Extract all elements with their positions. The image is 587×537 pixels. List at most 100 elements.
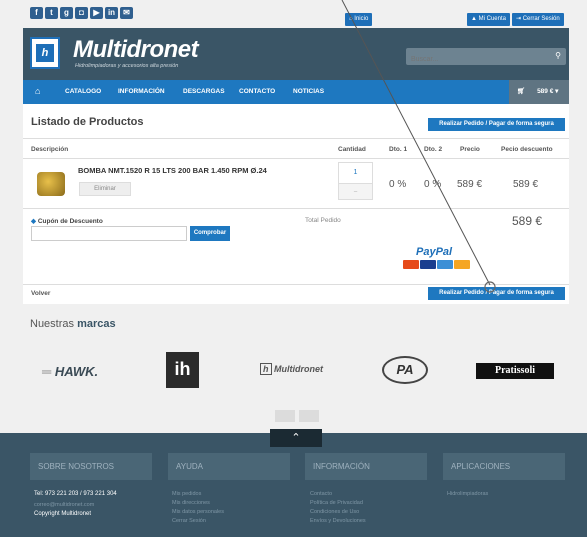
top-bar: f t g ◘ ▶ in ✉ ⌂ Inicio ▲ Mi Cuenta ⇥ Ce… <box>0 0 587 28</box>
paypal-badge[interactable]: PayPal <box>403 246 473 280</box>
scroll-top-button[interactable]: ⌃ <box>270 429 322 447</box>
search-input[interactable] <box>406 51 546 68</box>
paypal-logo: PayPal <box>416 246 453 258</box>
checkout-button-bottom[interactable]: Realizar Pedido / Pagar de forma segura <box>428 287 565 300</box>
search-icon[interactable]: ⚲ <box>555 51 561 60</box>
footer-link-privacidad[interactable]: Política de Privacidad <box>310 500 363 506</box>
nav-item-noticias[interactable]: NOTICIAS <box>293 88 324 95</box>
brand-ih[interactable]: ih <box>166 352 199 388</box>
chevron-down-icon: ▾ <box>555 88 559 95</box>
dto2-value: 0 % <box>424 179 442 190</box>
col-precio-descuento: Pecio descuento <box>501 146 553 153</box>
footer-heading-aplicaciones: APLICACIONES <box>443 453 565 480</box>
footer-copyright: Copyright Multidronet <box>34 511 92 517</box>
instagram-icon[interactable]: ◘ <box>75 7 88 19</box>
nav-item-contacto[interactable]: CONTACTO <box>239 88 275 95</box>
footer-link-mis-direcciones[interactable]: Mis direcciones <box>172 500 210 506</box>
logo-text[interactable]: Multidronet <box>73 36 199 64</box>
nav-item-informacion[interactable]: INFORMACIÓN <box>118 88 165 95</box>
amex-icon <box>437 260 453 269</box>
footer-link-mis-pedidos[interactable]: Mis pedidos <box>172 491 201 497</box>
facebook-icon[interactable]: f <box>30 7 43 19</box>
brand-hawk-stripes-icon: ═ <box>42 364 55 379</box>
main-nav: ⌂ CATALOGO INFORMACIÓN DESCARGAS CONTACT… <box>23 80 569 104</box>
coupon-label: ◆ Cupón de Descuento <box>31 218 103 225</box>
cerrar-sesion-button[interactable]: ⇥ Cerrar Sesión <box>512 13 564 26</box>
footer-link-contacto[interactable]: Contacto <box>310 491 332 497</box>
brand-hawk[interactable]: ═ HAWK. <box>42 364 98 379</box>
social-links: f t g ◘ ▶ in ✉ <box>30 7 133 19</box>
home-icon[interactable]: ⌂ <box>35 86 40 96</box>
delete-button[interactable]: Eliminar <box>79 182 131 196</box>
col-precio: Precio <box>460 146 480 153</box>
page-title: Listado de Productos <box>31 116 144 128</box>
divider <box>23 284 569 285</box>
payment-cards <box>403 260 473 269</box>
mastercard-icon <box>403 260 419 269</box>
linkedin-icon[interactable]: in <box>105 7 118 19</box>
mi-cuenta-button[interactable]: ▲ Mi Cuenta <box>467 13 510 26</box>
brand-pa[interactable]: PA <box>382 356 428 384</box>
nav-item-catalogo[interactable]: CATALOGO <box>65 88 101 95</box>
discount-price-value: 589 € <box>513 179 539 190</box>
col-cantidad: Cantidad <box>338 146 366 153</box>
footer-link-hidrolimpiadoras[interactable]: Hidrolimpiadoras <box>447 491 488 497</box>
footer-link-condiciones[interactable]: Condiciones de Uso <box>310 509 359 515</box>
cart-panel: Listado de Productos Realizar Pedido / P… <box>23 104 569 304</box>
footer-email[interactable]: correo@multidronet.com <box>34 502 94 508</box>
back-button[interactable]: Volver <box>31 290 50 297</box>
user-icon: ▲ <box>471 16 479 22</box>
divider <box>23 138 569 139</box>
minus-icon[interactable]: – <box>339 183 372 199</box>
cart-total: 589 € <box>537 88 554 95</box>
brands-title: Nuestras marcas <box>30 318 116 330</box>
footer-heading-informacion: INFORMACIÓN <box>305 453 427 480</box>
quantity-value[interactable]: 1 <box>339 169 372 176</box>
brand-pratissoli[interactable]: Pratissoli <box>476 363 554 379</box>
col-descripcion: Descripción <box>31 146 69 153</box>
google-plus-icon[interactable]: g <box>60 7 73 19</box>
youtube-icon[interactable]: ▶ <box>90 7 103 19</box>
total-value: 589 € <box>512 214 543 228</box>
inicio-label: Inicio <box>354 16 369 22</box>
brand-multidronet[interactable]: h Multidronet <box>260 363 323 375</box>
brand-multidronet-logo-icon: h <box>260 363 272 375</box>
cart-button[interactable]: 🛒︎ 589 € ▾ <box>509 80 569 104</box>
footer-link-cerrar-sesion[interactable]: Cerrar Sesión <box>172 518 206 524</box>
product-image[interactable] <box>37 172 65 196</box>
logout-icon: ⇥ <box>516 16 523 22</box>
col-dto1: Dto. 1 <box>389 146 408 153</box>
mi-cuenta-label: Mi Cuenta <box>478 16 506 22</box>
tag-icon: ◆ <box>31 218 38 225</box>
site-footer <box>0 433 587 537</box>
mail-icon[interactable]: ✉ <box>120 7 133 19</box>
carousel-dot-1[interactable] <box>275 410 295 422</box>
total-label: Total Pedido <box>305 217 341 224</box>
product-name[interactable]: BOMBA NMT.1520 R 15 LTS 200 BAR 1.450 RP… <box>78 166 267 175</box>
chevron-up-icon: ⌃ <box>291 432 301 444</box>
checkout-button-top[interactable]: Realizar Pedido / Pagar de forma segura <box>428 118 565 131</box>
twitter-icon[interactable]: t <box>45 7 58 19</box>
footer-link-envios[interactable]: Envíos y Devoluciones <box>310 518 366 524</box>
cart-icon: 🛒︎ <box>517 88 528 95</box>
discover-icon <box>454 260 470 269</box>
footer-heading-sobre-nosotros: SOBRE NOSOTROS <box>30 453 152 480</box>
logo-icon[interactable]: h <box>30 37 60 69</box>
footer-link-mis-datos[interactable]: Mis datos personales <box>172 509 224 515</box>
quantity-stepper[interactable]: 1 – <box>338 162 373 200</box>
cerrar-sesion-label: Cerrar Sesión <box>522 16 560 22</box>
logo-tagline: Hidrolimpiadoras y accesorios alta presi… <box>75 63 179 69</box>
price-value: 589 € <box>457 179 483 190</box>
divider <box>23 208 569 209</box>
coupon-input[interactable] <box>31 226 187 241</box>
dto1-value: 0 % <box>389 179 407 190</box>
footer-heading-ayuda: AYUDA <box>168 453 290 480</box>
inicio-button[interactable]: ⌂ Inicio <box>345 13 373 26</box>
col-dto2: Dto. 2 <box>424 146 443 153</box>
divider <box>23 158 569 159</box>
carousel-dot-2[interactable] <box>299 410 319 422</box>
visa-icon <box>420 260 436 269</box>
site-header: h Multidronet Hidrolimpiadoras y accesor… <box>23 28 569 80</box>
nav-item-descargas[interactable]: DESCARGAS <box>183 88 225 95</box>
coupon-check-button[interactable]: Comprobar <box>190 226 230 241</box>
